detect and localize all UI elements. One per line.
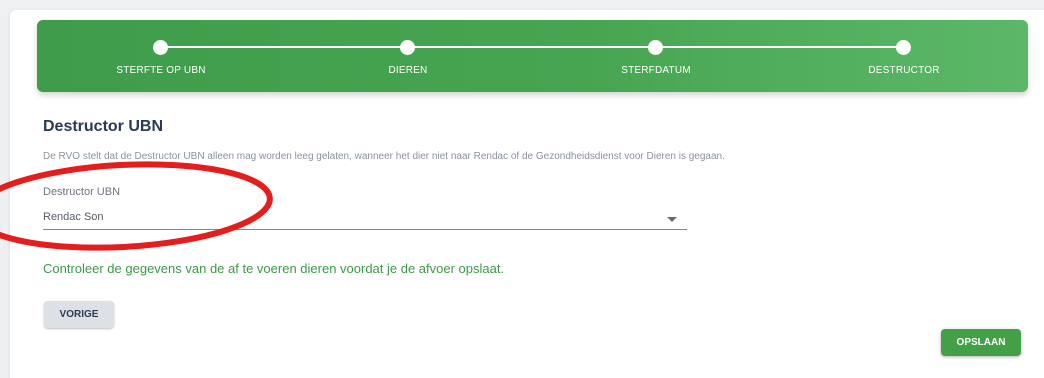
progress-stepper: STERFTE OP UBN DIEREN STERFDATUM DESTRUC…	[37, 20, 1028, 92]
step-sterfdatum[interactable]: STERFDATUM	[556, 20, 756, 92]
stepper-line	[161, 46, 904, 48]
section-title: Destructor UBN	[43, 118, 164, 135]
destructor-ubn-label: Destructor UBN	[43, 186, 121, 198]
step-dot	[896, 40, 911, 55]
verification-notice: Controleer de gegevens van de af te voer…	[43, 261, 505, 276]
step-label: DESTRUCTOR	[868, 65, 940, 76]
step-sterfte-op-ubn[interactable]: STERFTE OP UBN	[61, 20, 261, 92]
previous-button[interactable]: VORIGE	[44, 301, 114, 328]
save-button[interactable]: OPSLAAN	[941, 329, 1021, 356]
step-label: DIEREN	[388, 65, 428, 76]
step-dot	[648, 40, 663, 55]
step-destructor[interactable]: DESTRUCTOR	[804, 20, 1004, 92]
help-text: De RVO stelt dat de Destructor UBN allee…	[43, 151, 725, 162]
step-label: STERFTE OP UBN	[116, 65, 206, 76]
step-dieren[interactable]: DIEREN	[308, 20, 508, 92]
step-label: STERFDATUM	[621, 65, 691, 76]
step-dot	[400, 40, 415, 55]
step-dot	[153, 40, 168, 55]
destructor-ubn-select[interactable]: Rendac Son	[43, 203, 687, 230]
chevron-down-icon[interactable]	[667, 217, 677, 222]
destructor-ubn-value: Rendac Son	[43, 211, 104, 223]
